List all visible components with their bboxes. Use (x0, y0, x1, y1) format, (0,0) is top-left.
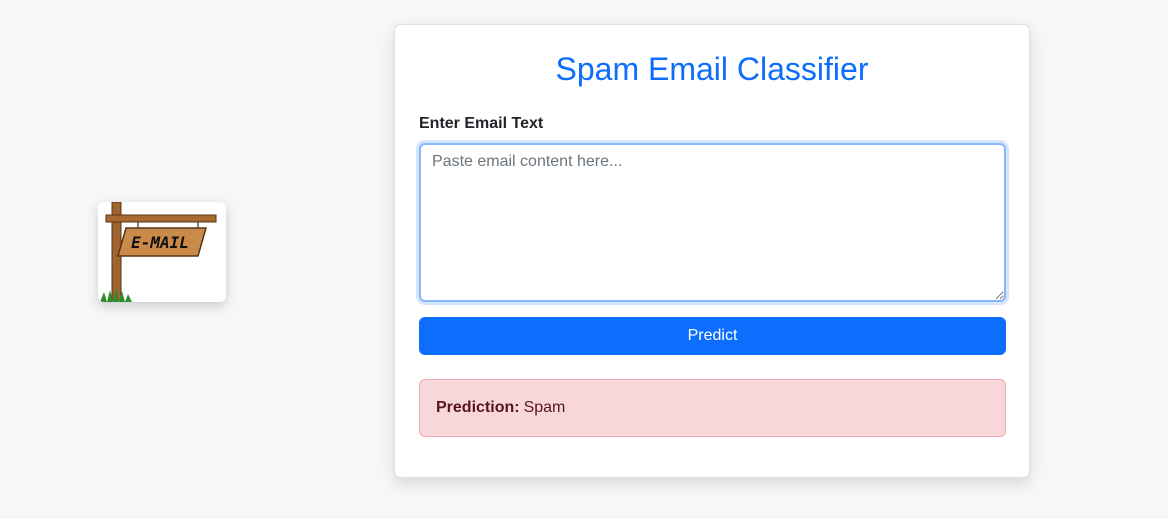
classifier-card: Spam Email Classifier Enter Email Text P… (394, 24, 1030, 478)
email-text-input[interactable] (419, 143, 1006, 302)
prediction-value: Spam (523, 399, 566, 416)
prediction-label: Prediction: (436, 399, 520, 416)
email-signpost-logo: E-MAIL (98, 202, 226, 302)
sign-text: E-MAIL (131, 233, 189, 252)
predict-button[interactable]: Predict (419, 317, 1006, 355)
page-title: Spam Email Classifier (555, 51, 869, 87)
prediction-alert: Prediction: Spam (419, 379, 1006, 437)
email-signpost-icon: E-MAIL (100, 202, 217, 302)
email-text-label: Enter Email Text (419, 115, 544, 132)
